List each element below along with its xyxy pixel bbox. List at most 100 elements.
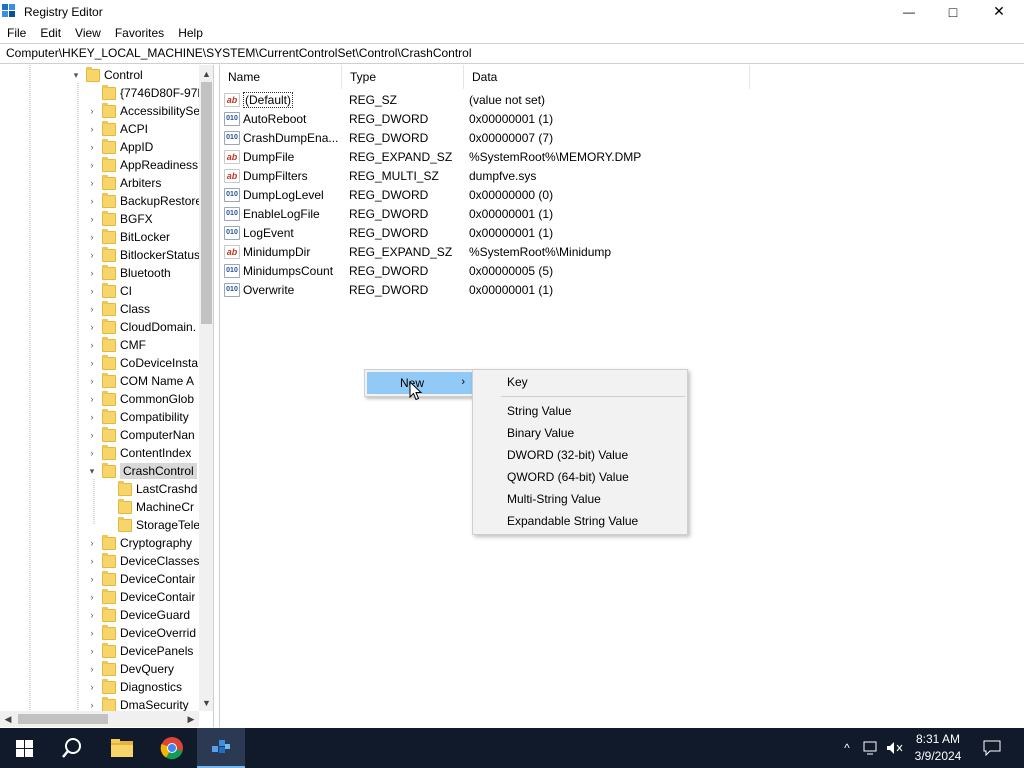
tree-item[interactable]: › DeviceOverrid	[86, 624, 196, 642]
column-header-type[interactable]: Type	[342, 65, 464, 89]
tree-item[interactable]: › BitlockerStatus	[86, 246, 199, 264]
submenu-item[interactable]: Multi-String Value	[507, 489, 601, 509]
menu-file[interactable]: File	[0, 23, 33, 43]
collapsed-chevron-icon[interactable]: ›	[86, 318, 98, 336]
tree-item[interactable]: › DevQuery	[86, 660, 174, 678]
value-row[interactable]: 010 EnableLogFile REG_DWORD 0x00000001 (1)	[224, 204, 553, 223]
tree-item[interactable]: › Diagnostics	[86, 678, 182, 696]
network-icon[interactable]	[862, 738, 880, 758]
collapsed-chevron-icon[interactable]: ›	[86, 606, 98, 624]
value-row[interactable]: 010 Overwrite REG_DWORD 0x00000001 (1)	[224, 280, 553, 299]
submenu-item[interactable]: String Value	[507, 401, 571, 421]
collapsed-chevron-icon[interactable]: ›	[86, 120, 98, 138]
tree-item[interactable]: › CMF	[86, 336, 146, 354]
tree-item[interactable]: › BitLocker	[86, 228, 170, 246]
tree-item-child[interactable]: MachineCr	[104, 498, 194, 516]
menu-edit[interactable]: Edit	[33, 23, 68, 43]
submenu-item[interactable]: QWORD (64-bit) Value	[507, 467, 629, 487]
value-row[interactable]: ab MinidumpDir REG_EXPAND_SZ %SystemRoot%\M…	[224, 242, 611, 261]
scroll-up-arrow-icon[interactable]: ▲	[199, 65, 213, 82]
submenu-item[interactable]: DWORD (32-bit) Value	[507, 445, 628, 465]
taskbar-chrome[interactable]	[148, 728, 196, 768]
collapsed-chevron-icon[interactable]: ›	[86, 174, 98, 192]
menu-view[interactable]: View	[68, 23, 108, 43]
tree-item[interactable]: › CommonGlob	[86, 390, 194, 408]
tree-item[interactable]: › Class	[86, 300, 150, 318]
collapsed-chevron-icon[interactable]: ›	[86, 336, 98, 354]
tree-item[interactable]: › DeviceContair	[86, 570, 195, 588]
collapsed-chevron-icon[interactable]: ›	[86, 192, 98, 210]
tree-item[interactable]: › Cryptography	[86, 534, 192, 552]
notifications-icon[interactable]	[982, 738, 1002, 758]
value-row[interactable]: 010 LogEvent REG_DWORD 0x00000001 (1)	[224, 223, 553, 242]
show-hidden-icons-icon[interactable]: ^	[838, 738, 856, 758]
expanded-chevron-icon[interactable]: ▾	[70, 66, 82, 84]
tree-item-child[interactable]: StorageTele	[104, 516, 199, 534]
collapsed-chevron-icon[interactable]: ›	[86, 624, 98, 642]
column-header-data[interactable]: Data	[464, 65, 750, 89]
value-row[interactable]: 010 DumpLogLevel REG_DWORD 0x00000000 (0)	[224, 185, 553, 204]
tree-item[interactable]: › ComputerNan	[86, 426, 195, 444]
value-row[interactable]: 010 MinidumpsCount REG_DWORD 0x00000005 (5)	[224, 261, 553, 280]
expanded-chevron-icon[interactable]: ▾	[86, 462, 98, 480]
tree-item[interactable]: › CI	[86, 282, 132, 300]
collapsed-chevron-icon[interactable]: ›	[86, 660, 98, 678]
submenu-item[interactable]: Binary Value	[507, 423, 574, 443]
collapsed-chevron-icon[interactable]: ›	[86, 642, 98, 660]
vertical-scroll-thumb[interactable]	[201, 82, 212, 324]
submenu-item[interactable]: Key	[507, 372, 528, 392]
tree-item[interactable]: › CoDeviceInsta	[86, 354, 198, 372]
tree-vertical-scrollbar[interactable]: ▲ ▼	[199, 65, 213, 711]
collapsed-chevron-icon[interactable]: ›	[86, 300, 98, 318]
collapsed-chevron-icon[interactable]: ›	[86, 282, 98, 300]
value-row[interactable]: ab (Default) REG_SZ (value not set)	[224, 90, 545, 109]
collapsed-chevron-icon[interactable]: ›	[86, 228, 98, 246]
maximize-button[interactable]: □	[930, 0, 976, 23]
tree-item[interactable]: › Arbiters	[86, 174, 161, 192]
collapsed-chevron-icon[interactable]: ›	[86, 354, 98, 372]
tree-item-crashcontrol[interactable]: ▾ CrashControl	[86, 462, 197, 480]
tree-item-control[interactable]: ▾ Control	[70, 66, 143, 84]
collapsed-chevron-icon[interactable]: ›	[86, 534, 98, 552]
volume-muted-icon[interactable]	[886, 738, 904, 758]
collapsed-chevron-icon[interactable]: ›	[86, 588, 98, 606]
value-row[interactable]: 010 AutoReboot REG_DWORD 0x00000001 (1)	[224, 109, 553, 128]
tree-item[interactable]: {7746D80F-97E	[86, 84, 199, 102]
taskbar-registry-editor[interactable]	[197, 728, 245, 768]
close-button[interactable]: ✕	[976, 0, 1022, 23]
tree-item[interactable]: › DevicePanels	[86, 642, 193, 660]
tree-item[interactable]: › AppID	[86, 138, 153, 156]
column-header-name[interactable]: Name	[220, 65, 342, 89]
menu-help[interactable]: Help	[171, 23, 210, 43]
collapsed-chevron-icon[interactable]: ›	[86, 678, 98, 696]
collapsed-chevron-icon[interactable]: ›	[86, 156, 98, 174]
menu-favorites[interactable]: Favorites	[108, 23, 171, 43]
taskbar-file-explorer[interactable]	[98, 728, 146, 768]
collapsed-chevron-icon[interactable]: ›	[86, 552, 98, 570]
tree-item[interactable]: › ACPI	[86, 120, 148, 138]
collapsed-chevron-icon[interactable]: ›	[86, 264, 98, 282]
tree-item[interactable]: › ContentIndex	[86, 444, 191, 462]
tree-item[interactable]: › COM Name A	[86, 372, 194, 390]
value-row[interactable]: ab DumpFile REG_EXPAND_SZ %SystemRoot%\MEMO…	[224, 147, 641, 166]
value-row[interactable]: 010 CrashDumpEna... REG_DWORD 0x00000007 (7…	[224, 128, 553, 147]
tree-item[interactable]: › DeviceContair	[86, 588, 195, 606]
tray-clock[interactable]: 8:31 AM 3/9/2024	[906, 731, 970, 765]
collapsed-chevron-icon[interactable]: ›	[86, 570, 98, 588]
tree-item[interactable]: › DeviceClasses	[86, 552, 199, 570]
collapsed-chevron-icon[interactable]: ›	[86, 390, 98, 408]
tree-item[interactable]: › DeviceGuard	[86, 606, 190, 624]
address-bar[interactable]: Computer\HKEY_LOCAL_MACHINE\SYSTEM\Curre…	[0, 43, 1024, 64]
value-row[interactable]: ab DumpFilters REG_MULTI_SZ dumpfve.sys	[224, 166, 536, 185]
scroll-right-arrow-icon[interactable]: ▶	[183, 711, 199, 727]
tree-item[interactable]: › Compatibility	[86, 408, 189, 426]
start-button[interactable]	[0, 728, 48, 768]
tree-item[interactable]: › BGFX	[86, 210, 153, 228]
collapsed-chevron-icon[interactable]: ›	[86, 246, 98, 264]
tree-item[interactable]: › BackupRestore	[86, 192, 199, 210]
collapsed-chevron-icon[interactable]: ›	[86, 138, 98, 156]
collapsed-chevron-icon[interactable]: ›	[86, 408, 98, 426]
collapsed-chevron-icon[interactable]: ›	[86, 426, 98, 444]
minimize-button[interactable]: —	[886, 0, 932, 23]
tree-item[interactable]: › AccessibilitySe	[86, 102, 199, 120]
